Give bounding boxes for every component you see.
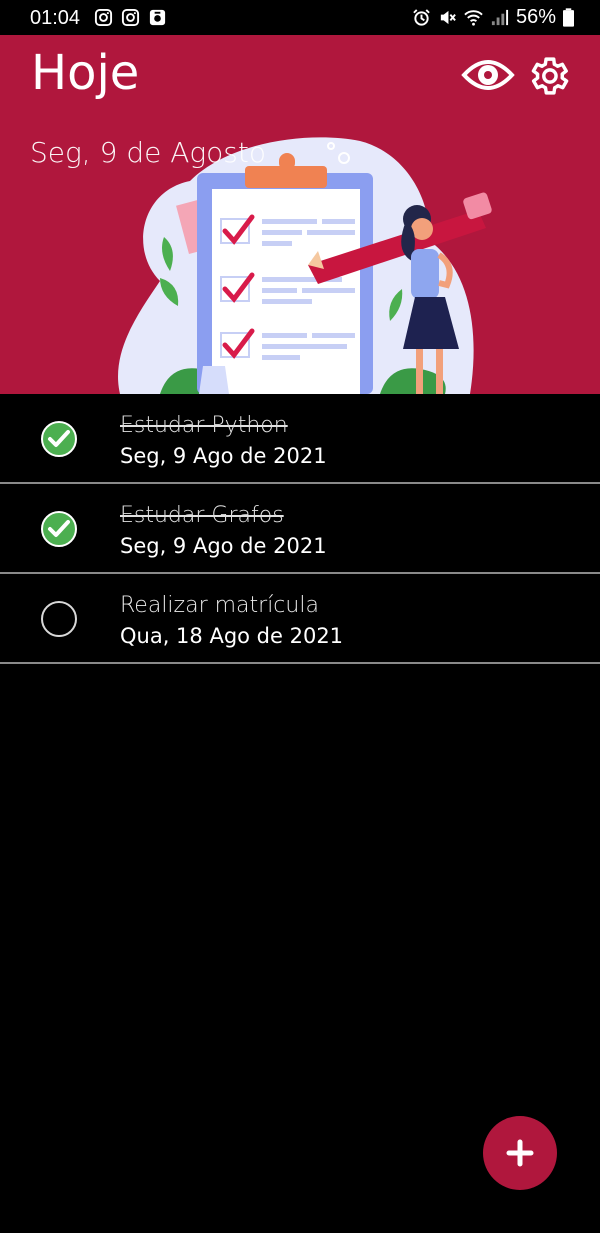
instagram-icon [121, 8, 140, 27]
mute-icon [440, 10, 456, 25]
gear-icon[interactable] [525, 53, 571, 99]
task-list: Estudar Python Seg, 9 Ago de 2021 Estuda… [0, 394, 600, 664]
plus-icon [506, 1139, 534, 1167]
notification-icons [94, 8, 167, 27]
task-item[interactable]: Estudar Grafos Seg, 9 Ago de 2021 [0, 484, 600, 574]
system-icons: 56% [412, 6, 574, 29]
task-name: Estudar Python [120, 413, 288, 438]
battery-icon [563, 8, 574, 27]
wifi-icon [464, 10, 483, 26]
eye-icon[interactable] [461, 55, 515, 95]
task-due-date: Seg, 9 Ago de 2021 [120, 534, 327, 558]
status-time: 01:04 [30, 7, 81, 29]
task-due-date: Qua, 18 Ago de 2021 [120, 624, 344, 648]
checklist-illustration [118, 137, 492, 394]
completed-checkbox[interactable] [41, 421, 77, 457]
task-item[interactable]: Estudar Python Seg, 9 Ago de 2021 [0, 394, 600, 484]
add-task-button[interactable] [483, 1116, 557, 1190]
current-date: Seg, 9 de Agosto [30, 136, 267, 169]
alarm-icon [413, 9, 430, 26]
status-bar: 01:04 56% [0, 0, 600, 35]
task-name: Realizar matrícula [120, 593, 319, 618]
task-item[interactable]: Realizar matrícula Qua, 18 Ago de 2021 [0, 574, 600, 664]
task-due-date: Seg, 9 Ago de 2021 [120, 444, 327, 468]
checkmark-icon [48, 430, 70, 447]
page-title: Hoje [31, 45, 140, 101]
battery-percent: 56% [515, 6, 556, 28]
completed-checkbox[interactable] [41, 511, 77, 547]
instagram-icon [94, 8, 113, 27]
signal-icon [491, 9, 509, 26]
header-banner: Hoje Seg, 9 de Agosto [0, 35, 600, 394]
checkmark-icon [48, 520, 70, 537]
app-icon [149, 9, 166, 26]
pending-checkbox[interactable] [41, 601, 77, 637]
task-name: Estudar Grafos [120, 503, 284, 528]
